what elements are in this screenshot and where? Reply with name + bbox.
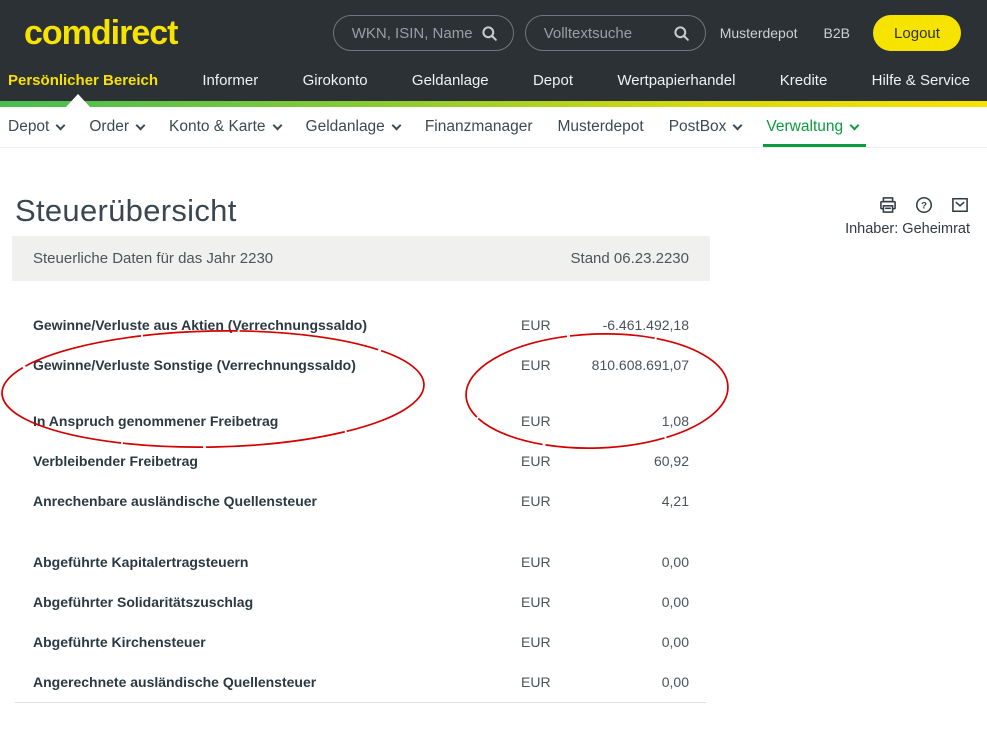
row-value: 0,00: [576, 634, 689, 650]
nav-wertpapierhandel[interactable]: Wertpapierhandel: [617, 72, 735, 89]
table-row: Abgeführte Kapitalertragsteuern EUR 0,00: [12, 542, 710, 582]
musterdepot-link[interactable]: Musterdepot: [720, 25, 798, 41]
row-label: Abgeführter Solidaritätszuschlag: [33, 594, 521, 610]
table-header-date: Stand 06.23.2230: [571, 250, 689, 267]
table-row: Anrechenbare ausländische Quellensteuer …: [12, 481, 710, 521]
nav-informer[interactable]: Informer: [202, 72, 258, 89]
nav-hilfe-service[interactable]: Hilfe & Service: [872, 72, 970, 89]
search-icon[interactable]: [672, 24, 691, 43]
subnav-konto-karte-label: Konto & Karte: [169, 118, 266, 136]
row-value: 4,21: [576, 493, 689, 509]
row-currency: EUR: [521, 453, 576, 469]
row-currency: EUR: [521, 554, 576, 570]
subnav-musterdepot-label: Musterdepot: [558, 118, 644, 136]
row-currency: EUR: [521, 493, 576, 509]
subnav-musterdepot[interactable]: Musterdepot: [558, 107, 644, 147]
table-header-band: Steuerliche Daten für das Jahr 2230 Stan…: [12, 236, 710, 281]
table-bottom-divider: [15, 702, 706, 703]
row-label: Angerechnete ausländische Quellensteuer: [33, 674, 521, 690]
nav-kredite[interactable]: Kredite: [780, 72, 828, 89]
page-action-icons: ?: [878, 195, 970, 215]
chevron-down-icon: [56, 120, 66, 130]
subnav-postbox[interactable]: PostBox: [669, 107, 742, 147]
table-row: Verbleibender Freibetrag EUR 60,92: [12, 441, 710, 481]
nav-depot[interactable]: Depot: [533, 72, 573, 89]
owner-name: Geheimrat: [902, 221, 970, 237]
table-row: Angerechnete ausländische Quellensteuer …: [12, 662, 710, 702]
row-currency: EUR: [521, 357, 576, 373]
fulltext-search-box[interactable]: [525, 15, 706, 51]
print-icon[interactable]: [878, 195, 898, 215]
chevron-down-icon: [733, 120, 743, 130]
row-currency: EUR: [521, 634, 576, 650]
tax-overview-table: Steuerliche Daten für das Jahr 2230 Stan…: [12, 236, 710, 703]
page-title: Steuerübersicht: [15, 193, 845, 229]
page-header: Steuerübersicht ? Inhaber:Geheimrat: [0, 148, 987, 236]
table-row: Abgeführte Kirchensteuer EUR 0,00: [12, 622, 710, 662]
row-currency: EUR: [521, 674, 576, 690]
subnav-geldanlage-label: Geldanlage: [306, 118, 385, 136]
row-value: 0,00: [576, 674, 689, 690]
subnav-finanzmanager-label: Finanzmanager: [425, 118, 533, 136]
table-row: Gewinne/Verluste aus Aktien (Verrechnung…: [12, 305, 710, 345]
row-label: Gewinne/Verluste Sonstige (Verrechnungss…: [33, 357, 521, 373]
subnav-konto-karte[interactable]: Konto & Karte: [169, 107, 281, 147]
search-icon[interactable]: [480, 24, 499, 43]
active-tab-notch: [66, 94, 90, 107]
top-bar: comdirect Musterdepot B2B Logout: [0, 0, 987, 66]
sub-navigation: Depot Order Konto & Karte Geldanlage Fin…: [0, 107, 987, 148]
subnav-order[interactable]: Order: [89, 107, 144, 147]
row-value: -6.461.492,18: [576, 317, 689, 333]
subnav-order-label: Order: [89, 118, 129, 136]
chevron-down-icon: [391, 120, 401, 130]
wkn-search-box[interactable]: [333, 15, 514, 51]
subnav-finanzmanager[interactable]: Finanzmanager: [425, 107, 533, 147]
row-value: 810.608.691,07: [576, 357, 689, 373]
logout-button[interactable]: Logout: [873, 15, 961, 51]
row-currency: EUR: [521, 413, 576, 429]
subnav-depot[interactable]: Depot: [8, 107, 64, 147]
svg-text:?: ?: [921, 201, 927, 212]
mail-icon[interactable]: [950, 195, 970, 215]
subnav-depot-label: Depot: [8, 118, 49, 136]
subnav-geldanlage[interactable]: Geldanlage: [306, 107, 400, 147]
row-currency: EUR: [521, 594, 576, 610]
row-label: Abgeführte Kapitalertragsteuern: [33, 554, 521, 570]
subnav-verwaltung[interactable]: Verwaltung: [766, 107, 858, 147]
comdirect-logo[interactable]: comdirect: [24, 16, 178, 50]
row-label: Verbleibender Freibetrag: [33, 453, 521, 469]
fulltext-search-input[interactable]: [544, 25, 664, 42]
page-header-tools: ? Inhaber:Geheimrat: [845, 193, 970, 237]
row-value: 1,08: [576, 413, 689, 429]
table-row: In Anspruch genommener Freibetrag EUR 1,…: [12, 401, 710, 441]
chevron-down-icon: [272, 120, 282, 130]
subnav-verwaltung-label: Verwaltung: [766, 118, 843, 136]
table-row: Gewinne/Verluste Sonstige (Verrechnungss…: [12, 345, 710, 385]
account-owner: Inhaber:Geheimrat: [845, 221, 970, 237]
table-row: Abgeführter Solidaritätszuschlag EUR 0,0…: [12, 582, 710, 622]
subnav-postbox-label: PostBox: [669, 118, 727, 136]
row-value: 0,00: [576, 554, 689, 570]
main-navigation: Persönlicher Bereich Informer Girokonto …: [0, 66, 987, 101]
row-label: In Anspruch genommener Freibetrag: [33, 413, 521, 429]
b2b-link[interactable]: B2B: [824, 25, 850, 41]
row-label: Abgeführte Kirchensteuer: [33, 634, 521, 650]
table-header-title: Steuerliche Daten für das Jahr 2230: [33, 250, 273, 267]
nav-girokonto[interactable]: Girokonto: [303, 72, 368, 89]
wkn-search-input[interactable]: [352, 25, 472, 42]
row-currency: EUR: [521, 317, 576, 333]
row-value: 60,92: [576, 453, 689, 469]
chevron-down-icon: [850, 120, 860, 130]
nav-geldanlage[interactable]: Geldanlage: [412, 72, 489, 89]
row-label: Gewinne/Verluste aus Aktien (Verrechnung…: [33, 317, 521, 333]
nav-persoenlicher-bereich[interactable]: Persönlicher Bereich: [8, 72, 158, 89]
owner-label: Inhaber:: [845, 221, 898, 237]
help-icon[interactable]: ?: [914, 195, 934, 215]
chevron-down-icon: [136, 120, 146, 130]
top-header: comdirect Musterdepot B2B Logout Persönl…: [0, 0, 987, 101]
row-value: 0,00: [576, 594, 689, 610]
row-label: Anrechenbare ausländische Quellensteuer: [33, 493, 521, 509]
